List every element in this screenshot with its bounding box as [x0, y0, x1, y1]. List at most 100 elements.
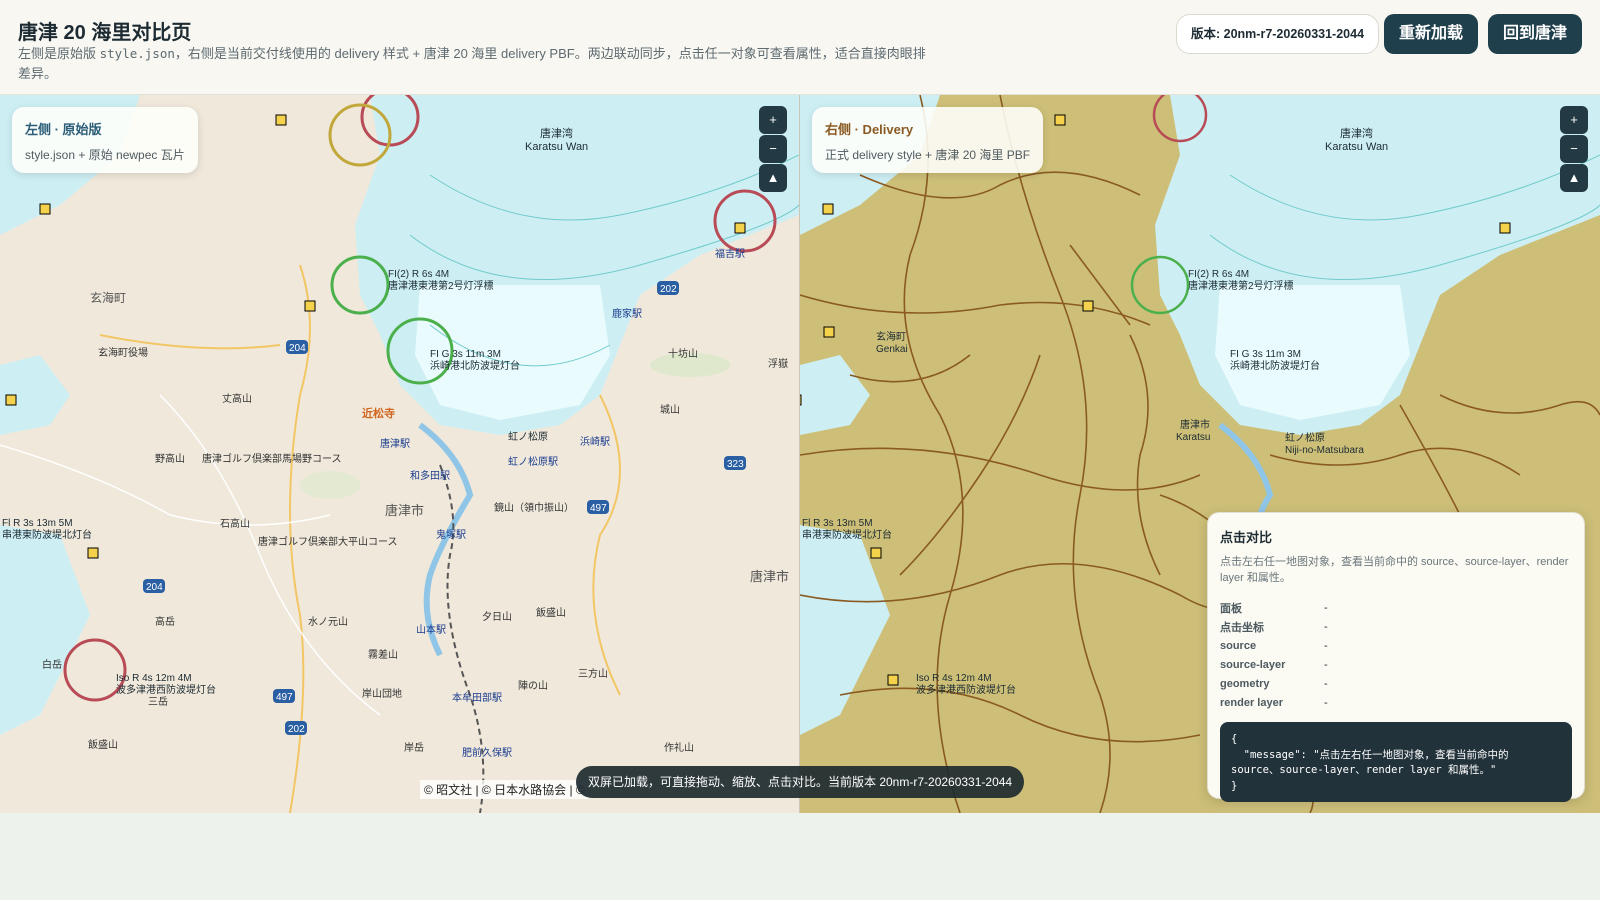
inspect-row: geometry -	[1220, 674, 1328, 693]
svg-text:497: 497	[590, 503, 607, 514]
station-fukuyoshi: 福吉駅	[715, 247, 745, 260]
marker-square	[39, 203, 51, 215]
beacon-label: Fl R 3s 13m 5M	[802, 518, 873, 529]
beacon-label: 波多津港西防波堤灯台	[916, 683, 1016, 696]
zoom-out-button[interactable]: −	[1560, 135, 1588, 163]
beacon-label: FI(2) R 6s 4M	[388, 269, 449, 280]
bay-name-jp: 唐津湾	[1340, 126, 1373, 140]
station-nijinomatsubara: 虹ノ松原駅	[508, 455, 558, 468]
mountain-sanpo: 三方山	[578, 667, 608, 680]
left-map[interactable]: 唐津湾 Karatsu Wan 玄海町 玄海町役場 唐津市 唐津市 近松寺 唐津…	[0, 95, 799, 813]
marker-square	[275, 114, 287, 126]
svg-text:204: 204	[146, 582, 163, 593]
left-map-label: 左侧 · 原始版 style.json + 原始 newpec 瓦片	[12, 107, 198, 173]
inspect-key: render layer	[1220, 696, 1283, 709]
beacon-label: FI G 3s 11m 3M	[430, 349, 501, 360]
inspect-value: -	[1324, 639, 1328, 652]
mountain-iimori-2: 飯盛山	[88, 738, 118, 751]
beacon-label: 串港東防波堤北灯台	[2, 528, 92, 541]
marker-square	[887, 674, 899, 686]
mountain-jumon: 十坊山	[668, 347, 698, 360]
station-onizuka: 鬼塚駅	[436, 528, 466, 541]
compass-button[interactable]: ▲	[759, 164, 787, 192]
left-map-title: 左侧 · 原始版	[25, 122, 102, 137]
beacon-label: 唐津港東港第2号灯浮標	[1188, 279, 1294, 292]
mountain-joyama: 城山	[660, 404, 680, 416]
svg-text:323: 323	[727, 459, 744, 470]
route-shield: 204	[286, 340, 308, 354]
beacon-label: Iso R 4s 12m 4M	[116, 673, 192, 684]
mountain-ukidake: 浮嶽	[768, 358, 788, 370]
beacon-label: 串港東防波堤北灯台	[802, 528, 892, 541]
marker-square	[1054, 114, 1066, 126]
mountain-tanaka: 丈高山	[222, 392, 252, 405]
right-map-title: 右侧 · Delivery	[825, 122, 914, 137]
station-honmuda: 本牟田部駅	[452, 691, 502, 704]
beacon-label: FI(2) R 6s 4M	[1188, 269, 1249, 280]
mountain-kirio: 霧差山	[368, 648, 398, 661]
marker-square	[87, 547, 99, 559]
place-genkai-office: 玄海町役場	[98, 346, 148, 359]
inspect-value: -	[1324, 658, 1328, 671]
left-map-subtitle: style.json + 原始 newpec 瓦片	[25, 148, 185, 162]
mountain-yuhi: 夕日山	[482, 611, 512, 623]
top-bar: 唐津 20 海里对比页 左侧是原始版 style.json，右侧是当前交付线使用…	[0, 0, 1600, 95]
marker-square	[822, 203, 834, 215]
map-attribution: © 昭文社 | © 日本水路協会 | ©	[420, 780, 589, 799]
place-kinshoji: 近松寺	[362, 406, 395, 420]
route-shield: 204	[143, 579, 165, 593]
svg-text:204: 204	[289, 343, 306, 354]
compass-button[interactable]: ▲	[1560, 164, 1588, 192]
svg-text:202: 202	[288, 724, 305, 735]
beacon-label: FI G 3s 11m 3M	[1230, 349, 1301, 360]
inspect-value: -	[1324, 620, 1328, 633]
inspect-description: 点击左右任一地图对象，查看当前命中的 source、source-layer、r…	[1220, 556, 1569, 584]
place-karatsu-en: Karatsu	[1176, 432, 1210, 443]
zoom-out-button[interactable]: −	[759, 135, 787, 163]
beacon-label: Iso R 4s 12m 4M	[916, 673, 992, 684]
mountain-nonomi: 野高山	[155, 452, 185, 465]
marker-square	[800, 394, 802, 406]
inspect-value: -	[1324, 677, 1328, 690]
place-niji-en: Niji-no-Matsubara	[1285, 445, 1364, 456]
mountain-mitsu: 三岳	[148, 696, 168, 708]
station-karatsu: 唐津駅	[380, 437, 410, 450]
subtitle-prefix: 左侧是原始版	[18, 46, 100, 61]
zoom-in-button[interactable]: +	[1560, 106, 1588, 134]
forest-patch	[300, 471, 360, 499]
route-shield: 323	[724, 456, 746, 470]
place-karatsu: 唐津市	[385, 503, 424, 518]
mountain-mizunomoto: 水ノ元山	[308, 616, 348, 628]
marker-square	[1082, 300, 1094, 312]
version-badge: 版本: 20nm-r7-20260331-2044	[1176, 14, 1380, 54]
inspect-panel: 点击对比 点击左右任一地图对象，查看当前命中的 source、source-la…	[1207, 512, 1585, 802]
place-genkai-en: Genkai	[876, 344, 908, 355]
inspect-row: 面板 -	[1220, 598, 1328, 617]
station-hamasaki: 浜崎駅	[580, 435, 610, 448]
inspect-key: 面板	[1220, 602, 1242, 615]
inspect-value: -	[1324, 601, 1328, 614]
marker-square	[734, 222, 746, 234]
home-button[interactable]: 回到唐津	[1488, 14, 1583, 54]
inspect-row: source -	[1220, 636, 1328, 655]
beacon-label: Fl R 3s 13m 5M	[2, 518, 73, 529]
reload-button[interactable]: 重新加载	[1384, 14, 1479, 54]
zoom-in-button[interactable]: +	[759, 106, 787, 134]
inspect-key: source	[1220, 639, 1257, 652]
golf-course-2: 唐津ゴルフ倶楽部大平山コース	[258, 535, 398, 548]
inspect-row: render layer -	[1220, 693, 1328, 712]
bay-name-jp: 唐津湾	[540, 126, 573, 140]
bay-name-en: Karatsu Wan	[1325, 141, 1388, 153]
inspect-value: -	[1324, 696, 1328, 709]
svg-text:497: 497	[276, 692, 293, 703]
beacon-label: 波多津港西防波堤灯台	[116, 683, 216, 696]
left-map-canvas[interactable]: 唐津湾 Karatsu Wan 玄海町 玄海町役場 唐津市 唐津市 近松寺 唐津…	[0, 95, 799, 813]
inspect-title: 点击对比	[1220, 530, 1273, 545]
route-shield: 202	[657, 281, 679, 295]
page-title: 唐津 20 海里对比页	[18, 22, 192, 44]
inspect-table: 面板 - 点击坐标 - source - source-layer - geometry…	[1220, 598, 1328, 712]
station-yamamoto: 山本駅	[416, 623, 446, 636]
place-karatsu-jp: 唐津市	[1180, 418, 1210, 431]
mountain-kishi: 岸岳	[404, 742, 424, 754]
route-shield: 497	[273, 689, 295, 703]
